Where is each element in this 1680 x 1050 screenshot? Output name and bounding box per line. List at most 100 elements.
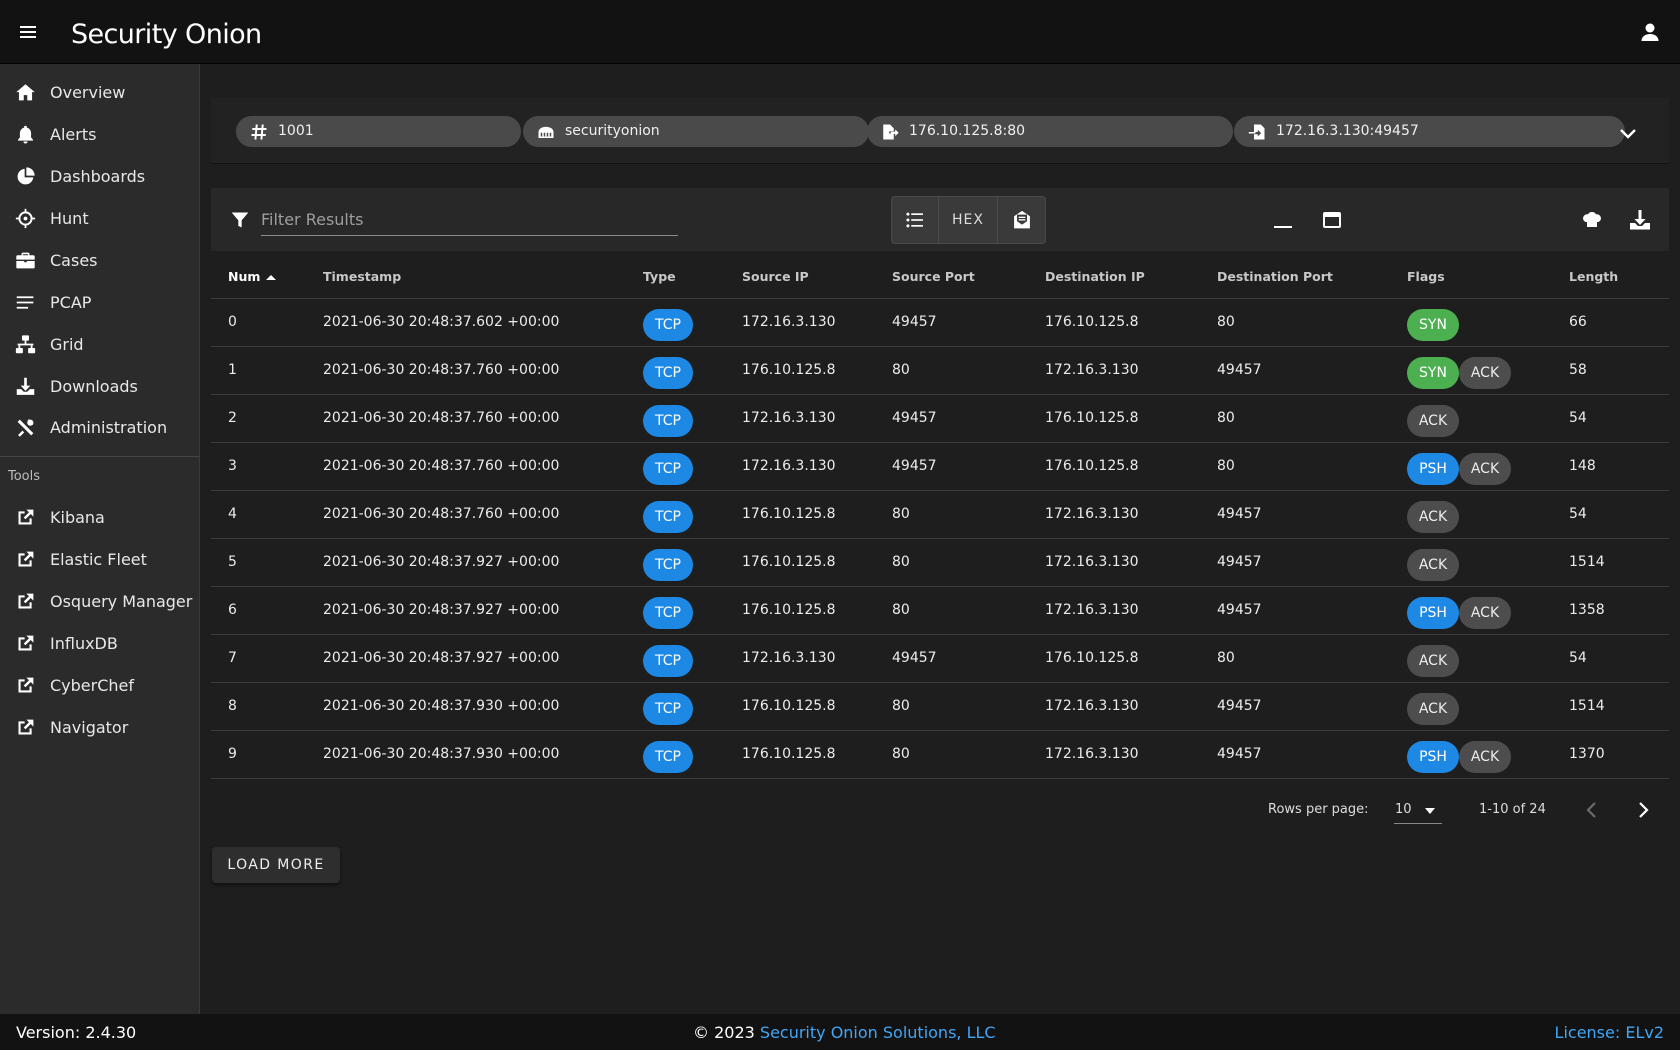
file-export-icon — [881, 123, 899, 141]
sidebar-divider — [0, 456, 199, 457]
sidebar-item-label: Administration — [50, 417, 168, 437]
cell-source-ip: 176.10.125.8 — [742, 602, 836, 618]
table-row[interactable]: 9 2021-06-30 20:48:37.930 +00:00 176.10.12… — [211, 731, 1669, 779]
table-row[interactable]: 3 2021-06-30 20:48:37.760 +00:00 172.16.3.… — [211, 443, 1669, 491]
cell-source-port: 49457 — [892, 314, 937, 330]
cell-source-port: 80 — [892, 506, 910, 522]
table-row[interactable]: 1 2021-06-30 20:48:37.760 +00:00 176.10.12… — [211, 347, 1669, 395]
cell-length: 54 — [1569, 650, 1587, 666]
sidebar-item-administration[interactable]: Administration — [0, 407, 199, 447]
table-body: 0 2021-06-30 20:48:37.602 +00:00 172.16.3.… — [211, 299, 1669, 779]
cell-destination-port: 49457 — [1217, 698, 1262, 714]
table-row[interactable]: 6 2021-06-30 20:48:37.927 +00:00 176.10.12… — [211, 587, 1669, 635]
sidebar-item-dashboards[interactable]: Dashboards — [0, 156, 199, 196]
table-header: Num Timestamp Type Source IP Source Port… — [211, 256, 1669, 299]
cell-length: 1514 — [1569, 554, 1605, 570]
sidebar-item-hunt[interactable]: Hunt — [0, 198, 199, 238]
cell-length: 1358 — [1569, 602, 1605, 618]
hex-view-button[interactable]: HEX — [939, 197, 998, 243]
home-icon — [15, 82, 36, 103]
column-header-destination-port[interactable]: Destination Port — [1217, 269, 1333, 284]
filter-results-input[interactable] — [261, 204, 678, 236]
table-row[interactable]: 8 2021-06-30 20:48:37.930 +00:00 176.10.12… — [211, 683, 1669, 731]
column-header-type[interactable]: Type — [643, 269, 676, 284]
chef-hat-icon[interactable] — [1580, 208, 1604, 232]
network-icon — [15, 334, 36, 355]
cell-source-ip: 176.10.125.8 — [742, 506, 836, 522]
cell-destination-port: 80 — [1217, 410, 1235, 426]
flag-chip-ack: ACK — [1459, 357, 1511, 389]
cell-destination-port: 49457 — [1217, 554, 1262, 570]
filter-icon — [230, 210, 250, 230]
sidebar-item-elastic-fleet[interactable]: Elastic Fleet — [0, 539, 199, 579]
chip-source[interactable]: 176.10.125.8:80 — [867, 116, 1233, 147]
column-header-source-port[interactable]: Source Port — [892, 269, 975, 284]
flag-chip-ack: ACK — [1459, 741, 1511, 773]
table-row[interactable]: 7 2021-06-30 20:48:37.927 +00:00 172.16.3.… — [211, 635, 1669, 683]
sort-ascending-icon — [265, 272, 277, 284]
chip-sensor[interactable]: securityonion — [523, 116, 869, 147]
envelope-open-view-button[interactable] — [998, 197, 1045, 243]
sidebar-item-influxdb[interactable]: InfluxDB — [0, 623, 199, 663]
security-onion-logo[interactable]: Security Onion — [71, 14, 262, 54]
table-row[interactable]: 4 2021-06-30 20:48:37.760 +00:00 176.10.12… — [211, 491, 1669, 539]
previous-page-icon[interactable] — [1580, 798, 1604, 822]
user-account-icon[interactable] — [1638, 20, 1662, 44]
sidebar-item-label: Downloads — [50, 376, 138, 396]
sidebar-item-kibana[interactable]: Kibana — [0, 497, 199, 537]
type-chip: TCP — [643, 693, 693, 725]
column-header-flags[interactable]: Flags — [1407, 269, 1445, 284]
cell-num: 6 — [228, 602, 237, 618]
sidebar-item-label: Navigator — [50, 717, 129, 737]
company-link[interactable]: Security Onion Solutions, LLC — [760, 1023, 996, 1042]
rows-per-page-select[interactable]: 10 — [1394, 796, 1442, 824]
column-header-timestamp[interactable]: Timestamp — [323, 269, 401, 284]
server-icon — [537, 123, 555, 141]
cell-source-port: 80 — [892, 746, 910, 762]
sidebar-item-osquery-manager[interactable]: Osquery Manager — [0, 581, 199, 621]
sidebar-item-grid[interactable]: Grid — [0, 324, 199, 364]
chip-id[interactable]: 1001 — [236, 116, 521, 147]
cell-num: 8 — [228, 698, 237, 714]
cell-timestamp: 2021-06-30 20:48:37.760 +00:00 — [323, 410, 560, 426]
minimize-icon[interactable] — [1271, 208, 1295, 232]
load-more-button[interactable]: LOAD MORE — [212, 847, 340, 883]
column-header-destination-ip[interactable]: Destination IP — [1045, 269, 1145, 284]
table-row[interactable]: 5 2021-06-30 20:48:37.927 +00:00 176.10.12… — [211, 539, 1669, 587]
hamburger-menu-icon[interactable] — [17, 20, 41, 44]
table-row[interactable]: 2 2021-06-30 20:48:37.760 +00:00 172.16.3.… — [211, 395, 1669, 443]
download-icon[interactable] — [1628, 208, 1652, 232]
sidebar-item-cyberchef[interactable]: CyberChef — [0, 665, 199, 705]
license-link[interactable]: License: ELv2 — [1555, 1023, 1664, 1042]
sidebar-item-pcap[interactable]: PCAP — [0, 282, 199, 322]
sidebar-item-downloads[interactable]: Downloads — [0, 366, 199, 406]
tools-icon — [15, 417, 36, 438]
cell-num: 9 — [228, 746, 237, 762]
sidebar-item-navigator[interactable]: Navigator — [0, 707, 199, 747]
cell-timestamp: 2021-06-30 20:48:37.760 +00:00 — [323, 458, 560, 474]
sidebar-item-cases[interactable]: Cases — [0, 240, 199, 280]
window-icon[interactable] — [1320, 208, 1344, 232]
list-icon — [905, 210, 925, 230]
column-header-source-ip[interactable]: Source IP — [742, 269, 809, 284]
cell-destination-port: 49457 — [1217, 362, 1262, 378]
list-view-button[interactable] — [892, 197, 939, 243]
file-import-icon — [1248, 123, 1266, 141]
external-link-icon — [15, 507, 36, 528]
cell-source-ip: 172.16.3.130 — [742, 410, 836, 426]
table-row[interactable]: 0 2021-06-30 20:48:37.602 +00:00 172.16.3.… — [211, 299, 1669, 347]
column-header-length[interactable]: Length — [1569, 269, 1618, 284]
cell-length: 66 — [1569, 314, 1587, 330]
cell-destination-ip: 172.16.3.130 — [1045, 602, 1139, 618]
sidebar-item-alerts[interactable]: Alerts — [0, 114, 199, 154]
flag-chip-syn: SYN — [1407, 357, 1459, 389]
sidebar-item-label: Hunt — [50, 208, 89, 228]
sidebar-item-overview[interactable]: Overview — [0, 72, 199, 112]
chip-destination[interactable]: 172.16.3.130:49457 — [1234, 116, 1625, 147]
column-header-num[interactable]: Num — [228, 269, 277, 284]
next-page-icon[interactable] — [1631, 798, 1655, 822]
bell-icon — [15, 124, 36, 145]
flag-chip-ack: ACK — [1407, 645, 1459, 677]
packet-summary-header: 1001 securityonion 176.10.125.8:80 172.1… — [211, 98, 1669, 164]
chevron-down-icon[interactable] — [1616, 121, 1640, 145]
